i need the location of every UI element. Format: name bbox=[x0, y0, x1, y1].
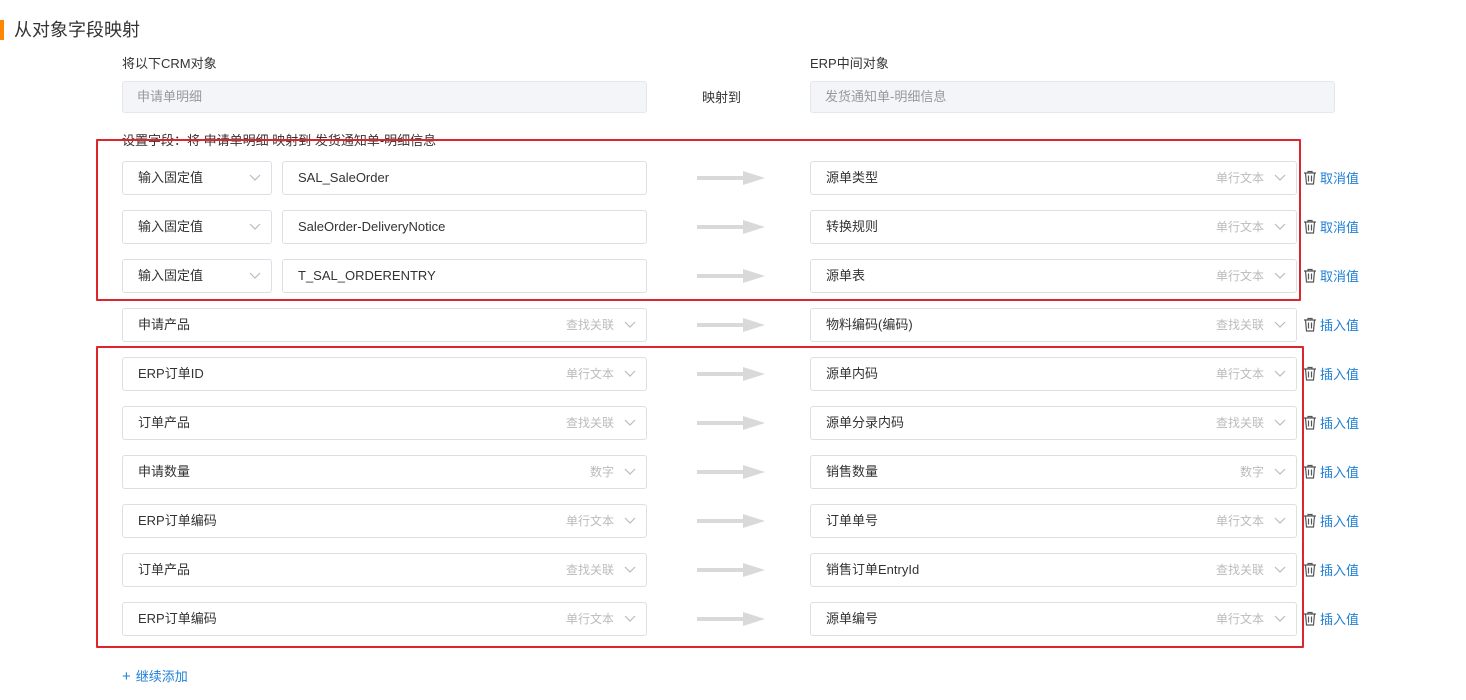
section-accent-bar bbox=[0, 20, 4, 40]
trash-icon bbox=[1304, 611, 1316, 626]
trash-icon bbox=[1304, 219, 1316, 234]
trash-icon bbox=[1304, 268, 1316, 283]
section-title: 从对象字段映射 bbox=[14, 20, 140, 40]
trash-icon bbox=[1304, 464, 1316, 479]
action-label: 插入值 bbox=[1320, 318, 1360, 333]
target-field-select[interactable]: 物料编码(编码) 查找关联 bbox=[810, 308, 1297, 342]
action-label: 插入值 bbox=[1320, 563, 1360, 578]
erp-object-label: ERP中间对象 bbox=[810, 56, 889, 71]
source-field-select[interactable]: 申请产品 查找关联 bbox=[122, 308, 647, 342]
chevron-down-icon bbox=[1274, 321, 1286, 328]
source-field-type: 查找关联 bbox=[565, 318, 614, 332]
map-to-label: 映射到 bbox=[702, 90, 742, 105]
action-label: 取消值 bbox=[1320, 171, 1360, 186]
plus-icon: + bbox=[122, 668, 131, 685]
trash-icon bbox=[1304, 170, 1316, 185]
insert-value-button[interactable]: 插入值 bbox=[1303, 464, 1359, 482]
insert-value-button[interactable]: 插入值 bbox=[1303, 562, 1359, 580]
action-label: 取消值 bbox=[1320, 220, 1360, 235]
insert-value-button[interactable]: 插入值 bbox=[1303, 366, 1359, 384]
trash-icon bbox=[1304, 317, 1316, 332]
target-field-name: 物料编码(编码) bbox=[826, 317, 913, 332]
insert-value-button[interactable]: 插入值 bbox=[1303, 317, 1359, 335]
action-label: 插入值 bbox=[1320, 367, 1360, 382]
erp-object-field: 发货通知单-明细信息 bbox=[810, 81, 1335, 113]
trash-icon bbox=[1304, 513, 1316, 528]
source-field-name: 申请产品 bbox=[138, 317, 191, 332]
cancel-value-button[interactable]: 取消值 bbox=[1303, 219, 1359, 237]
cancel-value-button[interactable]: 取消值 bbox=[1303, 268, 1359, 286]
insert-value-button[interactable]: 插入值 bbox=[1303, 513, 1359, 531]
crm-object-field: 申请单明细 bbox=[122, 81, 647, 113]
cancel-value-button[interactable]: 取消值 bbox=[1303, 170, 1359, 188]
action-label: 插入值 bbox=[1320, 612, 1360, 627]
crm-object-label: 将以下CRM对象 bbox=[122, 56, 217, 71]
trash-icon bbox=[1304, 562, 1316, 577]
highlight-box-fixed-values bbox=[96, 139, 1301, 301]
action-label: 插入值 bbox=[1320, 465, 1360, 480]
highlight-box-field-mappings bbox=[96, 346, 1304, 648]
insert-value-button[interactable]: 插入值 bbox=[1303, 415, 1359, 433]
trash-icon bbox=[1304, 415, 1316, 430]
action-label: 取消值 bbox=[1320, 269, 1360, 284]
action-label: 插入值 bbox=[1320, 514, 1360, 529]
target-field-type: 查找关联 bbox=[1215, 318, 1264, 332]
insert-value-button[interactable]: 插入值 bbox=[1303, 611, 1359, 629]
add-more-button[interactable]: + 继续添加 bbox=[122, 668, 188, 686]
mapping-arrow-icon bbox=[697, 318, 765, 332]
add-more-label: 继续添加 bbox=[135, 669, 188, 684]
chevron-down-icon bbox=[624, 321, 636, 328]
action-label: 插入值 bbox=[1320, 416, 1360, 431]
trash-icon bbox=[1304, 366, 1316, 381]
